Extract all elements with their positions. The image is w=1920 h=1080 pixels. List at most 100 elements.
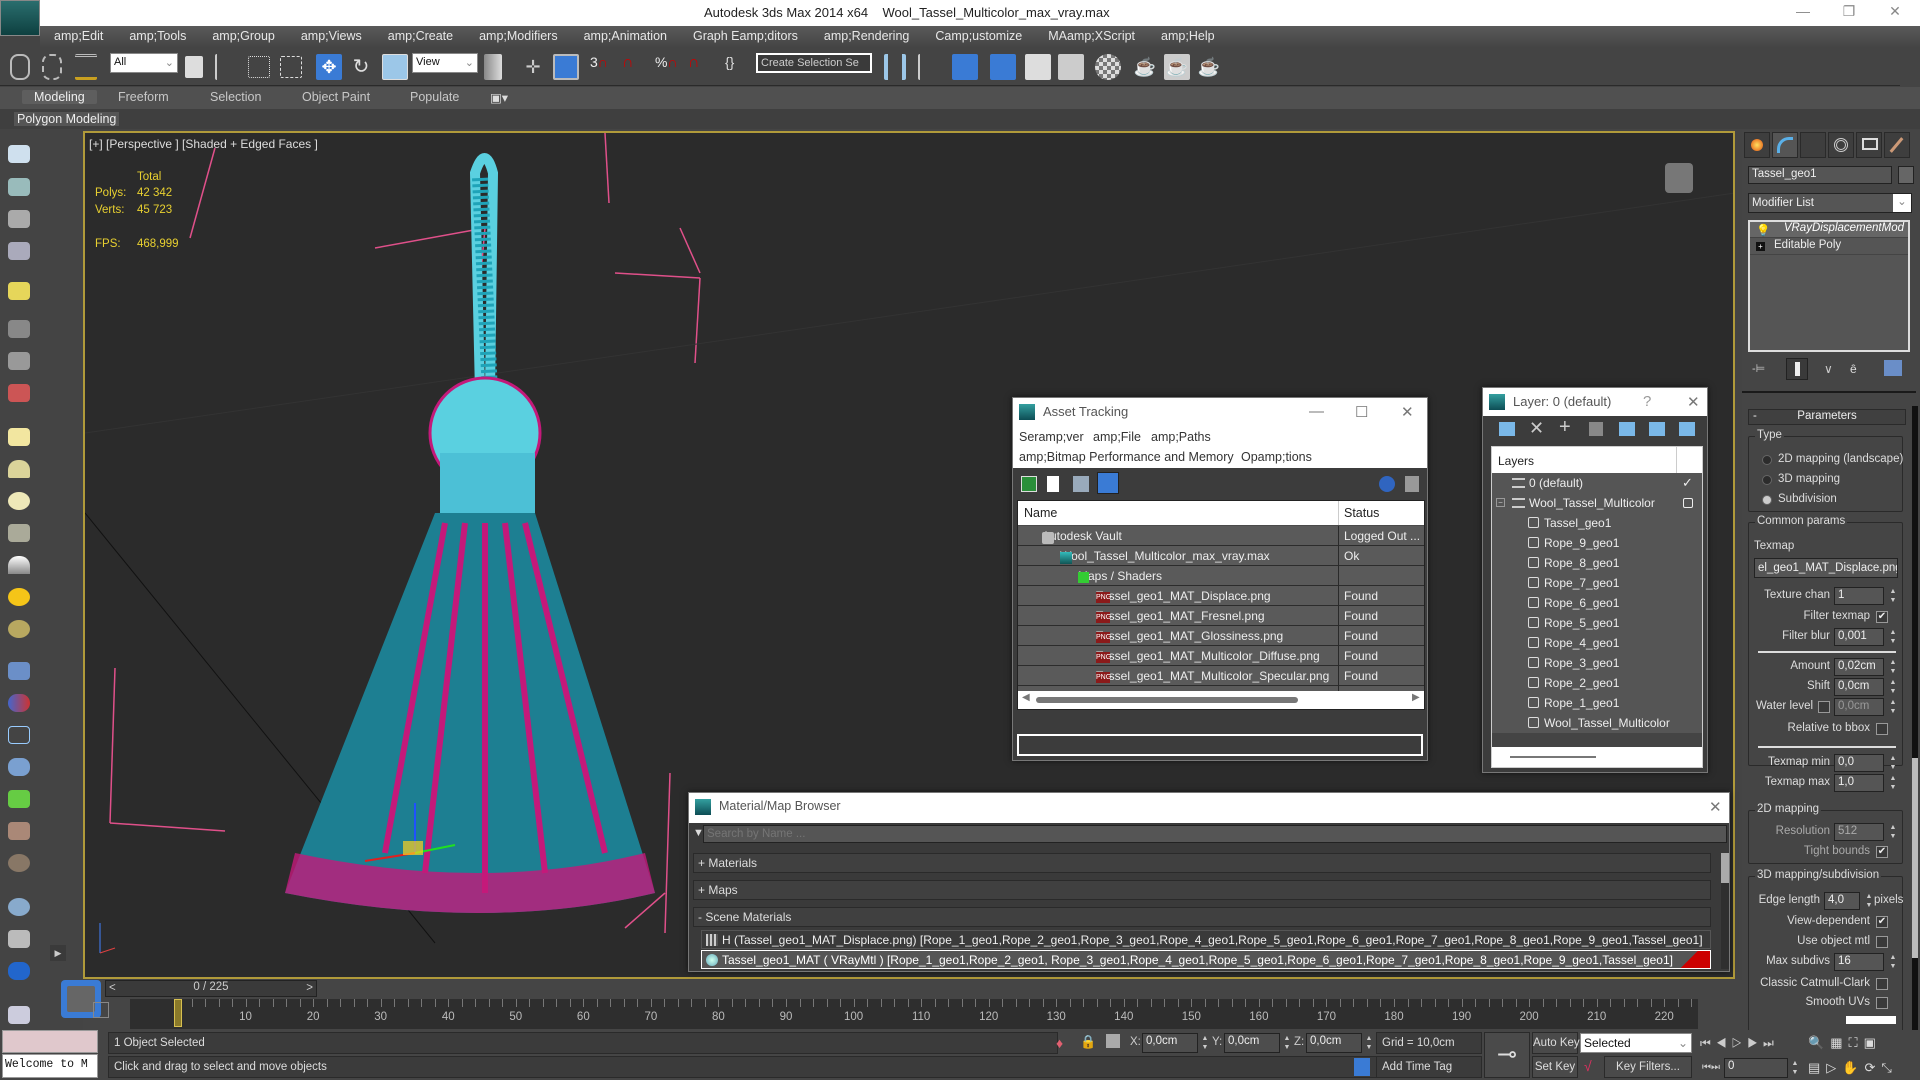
menu-rendering[interactable]: amp;Rendering [810,26,921,43]
layer-dialog-titlebar[interactable]: Layer: 0 (default) ? ✕ [1483,388,1707,416]
scale-icon[interactable] [382,54,408,80]
max-subdivs-field[interactable]: 16 [1834,953,1884,971]
zoom-extents-icon[interactable]: ⛶ [1848,1035,1863,1050]
column-status[interactable]: Status [1344,506,1379,520]
maximize-button[interactable]: ☐ [1355,403,1368,421]
menu-customize[interactable]: Camp;ustomize [921,26,1034,43]
render-setup-icon[interactable]: ☕ [1132,54,1158,80]
sky-icon[interactable] [8,620,30,638]
menu-modifiers[interactable]: amp;Modifiers [465,26,570,43]
panel-scrollbar[interactable] [1912,406,1918,1030]
asset-row[interactable]: PNG Tassel_geo1_MAT_Multicolor_Specular.p… [1018,666,1424,686]
key-tangent-icon[interactable]: √ [1584,1058,1592,1074]
next-key-icon[interactable]: ▶ [1747,1036,1763,1050]
dome-light-icon[interactable] [8,460,30,478]
select-object-icon[interactable] [185,56,203,78]
scroll-thumb[interactable] [1510,756,1596,758]
tab-object-paint[interactable]: Object Paint [302,90,370,104]
reference-coord-dropdown[interactable]: View ⌄ [412,53,478,73]
schematic-view-icon[interactable] [1058,54,1084,80]
scroll-thumb[interactable] [1912,758,1918,958]
ies-light-icon[interactable] [8,524,30,542]
browser-scrollbar[interactable] [1721,853,1729,969]
menu-graph-editors[interactable]: Graph Eamp;ditors [679,26,810,43]
prev-frame-icon[interactable]: < [109,982,116,994]
layer-object-row[interactable]: Rope_3_geo1 [1492,653,1702,673]
texmap-max-field[interactable]: 1,0 [1834,774,1884,792]
current-frame-spinner[interactable]: ▲ ▼ [1790,1059,1800,1077]
menu-help[interactable]: amp;Help [1147,26,1227,43]
fur-icon[interactable] [8,758,30,776]
y-coordinate-field[interactable]: 0,0cm [1224,1033,1280,1053]
track-bar[interactable]: 10 20 30 40 50 60 70 80 90 100 110 120 130 140 150 160 1… [130,999,1698,1029]
relative-bbox-checkbox[interactable] [1876,723,1888,735]
horizontal-scrollbar[interactable]: ◀ ▶ [1018,691,1424,709]
export-icon[interactable] [8,1006,30,1024]
menu-file[interactable]: amp;File [1093,430,1141,444]
view-dependent-checkbox[interactable]: ✔ [1876,916,1888,928]
menu-options[interactable]: Opamp;tions [1241,450,1312,464]
display-tab-icon[interactable] [1856,132,1882,158]
x-coordinate-field[interactable]: 0,0cm [1142,1033,1198,1053]
water-level-field[interactable]: 0,0cm [1834,698,1884,716]
section-maps[interactable]: + Maps [693,880,1711,900]
scene-explorer-icon[interactable] [990,54,1016,80]
layer-row[interactable]: 0 (default) ✓ [1492,473,1702,493]
modify-tab-icon[interactable] [1772,132,1798,158]
render-icon[interactable]: ☕ [1196,54,1222,80]
key-mode-dropdown[interactable]: Selected ⌄ [1580,1033,1692,1053]
scroll-thumb[interactable] [1036,697,1298,703]
close-button[interactable]: ✕ [1709,798,1722,816]
object-name-field[interactable]: Tassel_geo1 [1748,166,1892,184]
help-icon[interactable] [1379,476,1395,492]
mirror-icon[interactable] [884,54,906,80]
close-button[interactable]: ✕ [1401,403,1414,421]
metaball-icon[interactable] [8,694,30,712]
percent-snap-icon[interactable]: %∩ [655,54,681,80]
radio-2d-mapping[interactable] [1762,455,1772,465]
restore-button[interactable]: ❐ [1834,3,1864,23]
asset-row[interactable]: PNG Tassel_geo1_MAT_Fresnel.png Found [1018,606,1424,626]
set-current-layer-box[interactable] [1683,498,1693,508]
key-mode-toggle-icon[interactable]: ⏮⏭ [1702,1062,1720,1073]
sphere-icon[interactable] [8,898,30,916]
search-input[interactable] [703,825,1727,843]
layer-scrollbar[interactable] [1492,747,1702,767]
texmap-max-spinner[interactable]: ▲ ▼ [1888,774,1898,792]
texmap-button[interactable]: el_geo1_MAT_Displace.png) [1754,558,1898,578]
auto-key-button[interactable]: Auto Key [1532,1032,1580,1054]
add-to-layer-icon[interactable]: + [1559,416,1571,439]
curve-editor-icon[interactable] [1025,54,1051,80]
manipulate-icon[interactable]: ✛ [520,54,546,80]
scene-material-item-selected[interactable]: Tassel_geo1_MAT ( VRayMtl ) [Rope_1_geo1… [701,950,1711,969]
amount-spinner[interactable]: ▲ ▼ [1888,658,1898,676]
time-slider[interactable]: < 0 / 225 > [105,980,317,997]
radio-2d-mapping-label[interactable]: 2D mapping (landscape) [1778,453,1903,465]
resolution-field[interactable]: 512 [1834,823,1884,841]
collapse-icon[interactable]: - [1753,410,1757,422]
asset-row[interactable]: PNG Tassel_geo1_MAT_Glossiness.png Found [1018,626,1424,646]
hair-farm-icon[interactable] [8,822,30,840]
layer-object-row[interactable]: Rope_9_geo1 [1492,533,1702,553]
section-scene-materials[interactable]: - Scene Materials [693,907,1711,927]
rectangular-selection-icon[interactable] [248,56,270,78]
menu-edit[interactable]: amp;Edit [40,26,115,43]
create-tab-icon[interactable] [1744,132,1770,158]
hierarchy-tab-icon[interactable] [1800,132,1826,158]
menu-group[interactable]: amp;Group [198,26,287,43]
color-swatch[interactable] [1846,1016,1896,1024]
z-spinner[interactable]: ▲ ▼ [1364,1034,1374,1052]
texmap-min-field[interactable]: 0,0 [1834,754,1884,772]
go-to-end-icon[interactable]: ⏭ [1763,1036,1779,1050]
texmap-min-spinner[interactable]: ▲ ▼ [1888,754,1898,772]
minimize-button[interactable]: — [1309,403,1324,420]
list-icon[interactable] [8,210,30,228]
asset-row[interactable]: PNG Tassel_geo1_MAT_Displace.png Found [1018,586,1424,606]
polygon-modeling-panel[interactable]: Polygon Modeling [14,112,120,126]
select-link-icon[interactable] [10,54,30,80]
go-to-start-icon[interactable]: ⏮ [1700,1036,1716,1050]
parameters-rollout[interactable]: - Parameters [1748,409,1906,425]
collapse-icon[interactable]: − [1496,498,1505,507]
layer-object-row[interactable]: Rope_4_geo1 [1492,633,1702,653]
light-icon[interactable] [8,282,30,300]
